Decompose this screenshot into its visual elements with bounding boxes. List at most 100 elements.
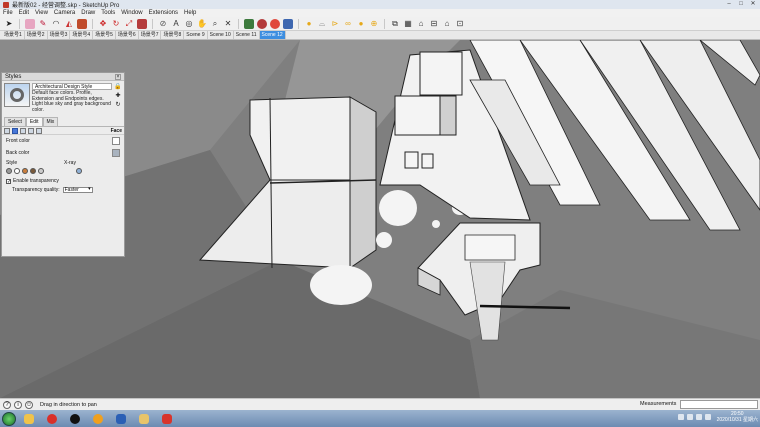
clock[interactable]: 20:50 2020/10/31 星期六 bbox=[717, 411, 758, 423]
scene-tab-active[interactable]: Scene 12 bbox=[259, 31, 286, 39]
rotate-icon[interactable]: ↻ bbox=[111, 19, 121, 29]
menu-extensions[interactable]: Extensions bbox=[149, 10, 178, 16]
background-settings-icon[interactable] bbox=[20, 127, 26, 134]
minimize-button[interactable]: – bbox=[724, 0, 734, 8]
scene-tab[interactable]: 场景号4 bbox=[70, 31, 94, 39]
info-icon[interactable]: ? bbox=[3, 400, 11, 409]
transparency-quality-select[interactable]: Faster bbox=[62, 187, 93, 193]
enable-transparency-checkbox[interactable]: ✓ bbox=[6, 178, 11, 184]
taskbar-qq[interactable] bbox=[65, 412, 85, 426]
taskbar-explorer[interactable] bbox=[19, 412, 39, 426]
styles-panel-header[interactable]: Styles × bbox=[2, 73, 124, 81]
create-style-icon[interactable]: ✚ bbox=[115, 92, 120, 99]
move-icon[interactable]: ✥ bbox=[98, 19, 108, 29]
tray-icon[interactable] bbox=[686, 414, 693, 420]
tab-edit[interactable]: Edit bbox=[25, 117, 43, 126]
top-view-icon[interactable]: ▦ bbox=[403, 19, 413, 29]
edge-settings-icon[interactable] bbox=[4, 127, 10, 134]
left-view-icon[interactable]: ⊡ bbox=[455, 19, 465, 29]
style-xray-icon[interactable]: ⌓ bbox=[317, 19, 327, 29]
text-icon[interactable]: A bbox=[171, 19, 181, 29]
arc-icon[interactable]: ◠ bbox=[51, 19, 61, 29]
style-mono-icon[interactable]: ● bbox=[356, 19, 366, 29]
front-view-icon[interactable]: ⌂ bbox=[416, 19, 426, 29]
scene-tab[interactable]: 场景号8 bbox=[161, 31, 185, 39]
menu-window[interactable]: Window bbox=[121, 10, 142, 16]
volume-icon[interactable] bbox=[704, 414, 711, 420]
pencil-icon[interactable]: ✎ bbox=[38, 19, 48, 29]
style-textured-icon[interactable]: ⊕ bbox=[369, 19, 379, 29]
layout-icon[interactable] bbox=[283, 18, 293, 29]
modeling-settings-icon[interactable] bbox=[36, 127, 42, 134]
scene-tab[interactable]: 场景号3 bbox=[48, 31, 71, 39]
start-button[interactable] bbox=[2, 411, 16, 426]
scene-tab[interactable]: Scene 9 bbox=[184, 31, 208, 39]
warehouse-icon[interactable] bbox=[257, 18, 267, 29]
menu-bar: File Edit View Camera Draw Tools Window … bbox=[0, 9, 760, 17]
tray-icon[interactable] bbox=[695, 414, 702, 420]
taskbar-browser[interactable] bbox=[42, 412, 62, 426]
menu-help[interactable]: Help bbox=[184, 10, 196, 16]
scene-tab[interactable]: 场景号6 bbox=[116, 31, 139, 39]
tape-icon[interactable]: ⊘ bbox=[158, 19, 168, 29]
iso-view-icon[interactable]: ⧉ bbox=[390, 19, 400, 29]
menu-camera[interactable]: Camera bbox=[54, 10, 75, 16]
component-icon[interactable] bbox=[244, 18, 254, 29]
toolbar-separator bbox=[19, 18, 20, 29]
style-wire-icon[interactable]: ⊳ bbox=[330, 19, 340, 29]
style-shaded-icon[interactable]: ● bbox=[304, 19, 314, 29]
scene-tab[interactable]: 场景号7 bbox=[139, 31, 162, 39]
style-hidden-icon[interactable]: ∞ bbox=[343, 19, 353, 29]
hidden-line-style-icon[interactable] bbox=[14, 168, 20, 174]
lock-icon[interactable]: 🔒 bbox=[114, 83, 121, 90]
front-color-swatch[interactable] bbox=[112, 137, 120, 145]
refresh-icon[interactable]: ↻ bbox=[115, 101, 120, 108]
paint-icon[interactable]: ◭ bbox=[64, 19, 74, 29]
menu-file[interactable]: File bbox=[3, 10, 13, 16]
zoom-extents-icon[interactable]: ✕ bbox=[223, 19, 233, 29]
taskbar-sketchup[interactable] bbox=[157, 412, 177, 426]
scale-icon[interactable]: ⤢ bbox=[124, 19, 134, 29]
select-icon[interactable]: ➤ bbox=[4, 19, 14, 29]
menu-tools[interactable]: Tools bbox=[101, 10, 115, 16]
geolocation-icon[interactable]: i bbox=[14, 400, 22, 409]
close-button[interactable]: ✕ bbox=[748, 0, 758, 8]
xray-icon[interactable] bbox=[76, 168, 82, 174]
scene-tab[interactable]: 场景号1 bbox=[2, 31, 25, 39]
back-view-icon[interactable]: ⌂ bbox=[442, 19, 452, 29]
taskbar-word[interactable] bbox=[111, 412, 131, 426]
style-name-field[interactable]: Architectural Design Style bbox=[32, 83, 112, 90]
watermark-settings-icon[interactable] bbox=[28, 127, 34, 134]
maximize-button[interactable]: □ bbox=[736, 0, 746, 8]
right-view-icon[interactable]: ⊟ bbox=[429, 19, 439, 29]
user-icon[interactable]: ☺ bbox=[25, 400, 33, 409]
menu-draw[interactable]: Draw bbox=[81, 10, 95, 16]
face-settings-icon[interactable] bbox=[12, 127, 18, 134]
toolbar-separator bbox=[238, 18, 239, 29]
wireframe-style-icon[interactable] bbox=[6, 168, 12, 174]
pan-icon[interactable]: ✋ bbox=[197, 19, 207, 29]
monochrome-style-icon[interactable] bbox=[38, 168, 44, 174]
menu-edit[interactable]: Edit bbox=[19, 10, 29, 16]
eraser-icon[interactable] bbox=[25, 18, 35, 29]
zoom-icon[interactable]: ⌕ bbox=[210, 19, 220, 29]
tab-mix[interactable]: Mix bbox=[42, 117, 59, 126]
taskbar-orange-app[interactable] bbox=[88, 412, 108, 426]
tab-select[interactable]: Select bbox=[4, 117, 26, 126]
scene-tab[interactable]: 场景号5 bbox=[93, 31, 116, 39]
offset-icon[interactable] bbox=[137, 18, 147, 29]
orbit-icon[interactable]: ◎ bbox=[184, 19, 194, 29]
push-pull-icon[interactable] bbox=[77, 18, 87, 29]
extension-icon[interactable] bbox=[270, 18, 280, 29]
back-color-swatch[interactable] bbox=[112, 149, 120, 157]
menu-view[interactable]: View bbox=[35, 10, 48, 16]
scene-tab[interactable]: Scene 10 bbox=[208, 31, 234, 39]
close-icon[interactable]: × bbox=[115, 73, 121, 80]
shaded-style-icon[interactable] bbox=[22, 168, 28, 174]
textured-style-icon[interactable] bbox=[30, 168, 36, 174]
scene-tab[interactable]: 场景号2 bbox=[25, 31, 48, 39]
measurements-input[interactable] bbox=[680, 400, 758, 409]
tray-icon[interactable] bbox=[677, 414, 684, 420]
scene-tab[interactable]: Scene 11 bbox=[234, 31, 260, 39]
taskbar-folder[interactable] bbox=[134, 412, 154, 426]
